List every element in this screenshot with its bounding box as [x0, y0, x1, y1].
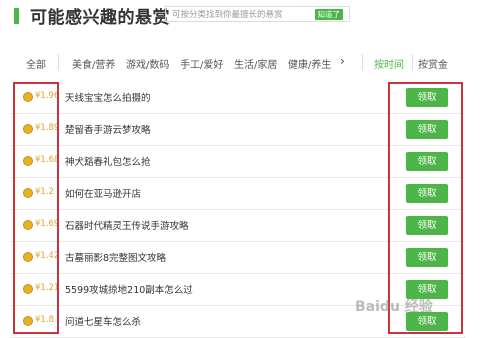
category-games[interactable]: 游戏/数码 — [126, 56, 169, 71]
header: 可能感兴趣的悬赏 可按分类找到你最擅长的悬赏 知道了 — [0, 0, 480, 30]
question-link[interactable]: 石器时代精灵王传说手游攻略 — [65, 218, 189, 232]
category-hint: 可按分类找到你最擅长的悬赏 知道了 — [165, 6, 350, 22]
question-link[interactable]: 问道七星车怎么杀 — [65, 314, 141, 328]
question-link[interactable]: 楚留香手游云梦攻略 — [65, 122, 151, 136]
page-title: 可能感兴趣的悬赏 — [30, 8, 170, 28]
know-button[interactable]: 知道了 — [314, 9, 343, 20]
category-all[interactable]: 全部 — [26, 56, 46, 71]
category-bar: 全部 美食/营养 游戏/数码 手工/爱好 生活/家居 健康/养生 › 按时间 按… — [0, 40, 480, 80]
price-highlight-box — [13, 82, 59, 334]
divider — [362, 54, 363, 70]
sort-by-reward[interactable]: 按赏金 — [418, 56, 448, 71]
category-hint-text: 可按分类找到你最擅长的悬赏 — [172, 10, 283, 20]
category-food[interactable]: 美食/营养 — [72, 56, 115, 71]
question-link[interactable]: 5599攻城掠地210副本怎么过 — [65, 282, 193, 296]
sort-by-time[interactable]: 按时间 — [374, 56, 404, 71]
chevron-right-icon[interactable]: › — [340, 54, 345, 68]
category-health[interactable]: 健康/养生 — [288, 56, 331, 71]
category-home[interactable]: 生活/家居 — [234, 56, 277, 71]
question-link[interactable]: 古墓丽影8完整图文攻略 — [65, 250, 166, 264]
divider — [412, 54, 413, 70]
watermark-logo: Baidu 经验 — [355, 299, 433, 315]
divider — [58, 54, 59, 70]
question-link[interactable]: 天线宝宝怎么拍摄的 — [65, 90, 151, 104]
category-crafts[interactable]: 手工/爱好 — [180, 56, 223, 71]
question-link[interactable]: 如何在亚马逊开店 — [65, 186, 141, 200]
question-link[interactable]: 神犬豁春礼包怎么抢 — [65, 154, 151, 168]
title-accent-bar — [14, 8, 19, 24]
